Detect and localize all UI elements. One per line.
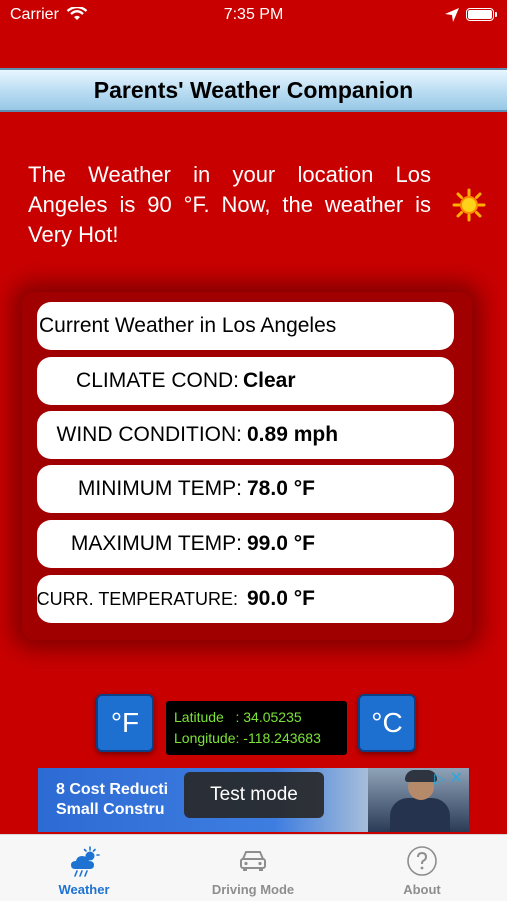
weather-card-title-row: Current Weather in Los Angeles bbox=[37, 302, 454, 350]
coordinates-panel: Latitude : 34.05235 Longitude: -118.2436… bbox=[166, 701, 347, 755]
tab-driving-mode[interactable]: Driving Mode bbox=[193, 835, 313, 901]
celsius-button[interactable]: °C bbox=[358, 694, 416, 752]
minimum-temp-value: 78.0 °F bbox=[247, 477, 315, 500]
minimum-temp-row: MINIMUM TEMP: 78.0 °F bbox=[37, 465, 454, 513]
maximum-temp-label: MAXIMUM TEMP: bbox=[70, 532, 242, 555]
wind-condition-row: WIND CONDITION: 0.89 mph bbox=[37, 411, 454, 459]
fahrenheit-button[interactable]: °F bbox=[96, 694, 154, 752]
tab-weather-label: Weather bbox=[58, 882, 110, 897]
location-arrow-icon bbox=[445, 8, 459, 22]
ad-headline-line1: 8 Cost Reducti bbox=[56, 781, 169, 798]
sun-icon bbox=[452, 188, 486, 222]
tab-about-label: About bbox=[403, 882, 441, 897]
tab-about[interactable]: About bbox=[362, 835, 482, 901]
battery-tip bbox=[495, 12, 497, 17]
current-temp-row: CURR. TEMPERATURE: 90.0 °F bbox=[37, 575, 454, 623]
wind-condition-label: WIND CONDITION: bbox=[56, 423, 242, 446]
minimum-temp-label: MINIMUM TEMP: bbox=[77, 477, 242, 500]
app-title-banner: Parents' Weather Companion bbox=[0, 68, 507, 112]
wind-condition-value: 0.89 mph bbox=[247, 423, 339, 446]
maximum-temp-value: 99.0 °F bbox=[247, 532, 315, 555]
climate-condition-row: CLIMATE COND: Clear bbox=[37, 357, 454, 405]
ad-headline-line2: Small Constru bbox=[56, 801, 165, 818]
clock: 7:35 PM bbox=[223, 6, 284, 23]
cloud-sun-icon bbox=[71, 846, 100, 877]
adchoices-icon[interactable]: ▷ bbox=[434, 770, 445, 787]
maximum-temp-row: MAXIMUM TEMP: 99.0 °F bbox=[37, 520, 454, 568]
weather-card-title: Current Weather in Los Angeles bbox=[39, 314, 337, 337]
tab-driving-mode-label: Driving Mode bbox=[211, 882, 295, 897]
question-circle-icon bbox=[407, 846, 437, 876]
ad-headline: 8 Cost Reducti Small Constru bbox=[56, 780, 168, 820]
test-mode-toast: Test mode bbox=[184, 772, 324, 818]
tab-weather[interactable]: Weather bbox=[24, 835, 144, 901]
ad-close-icon[interactable]: ✕ bbox=[450, 768, 463, 788]
longitude-readout: Longitude: -118.243683 bbox=[174, 730, 321, 746]
current-temp-value: 90.0 °F bbox=[247, 587, 315, 610]
climate-condition-value: Clear bbox=[243, 369, 296, 392]
tab-bar: Weather Driving Mode About bbox=[0, 834, 507, 901]
current-temp-label: CURR. TEMPERATURE: bbox=[37, 589, 238, 609]
battery-icon bbox=[466, 8, 494, 21]
latitude-readout: Latitude : 34.05235 bbox=[174, 709, 302, 725]
status-bar: Carrier 7:35 PM bbox=[0, 0, 507, 32]
app-title: Parents' Weather Companion bbox=[93, 77, 414, 103]
climate-condition-label: CLIMATE COND: bbox=[76, 369, 239, 392]
car-icon bbox=[240, 851, 266, 871]
weather-summary: The Weather in your location Los Angeles… bbox=[28, 162, 431, 247]
